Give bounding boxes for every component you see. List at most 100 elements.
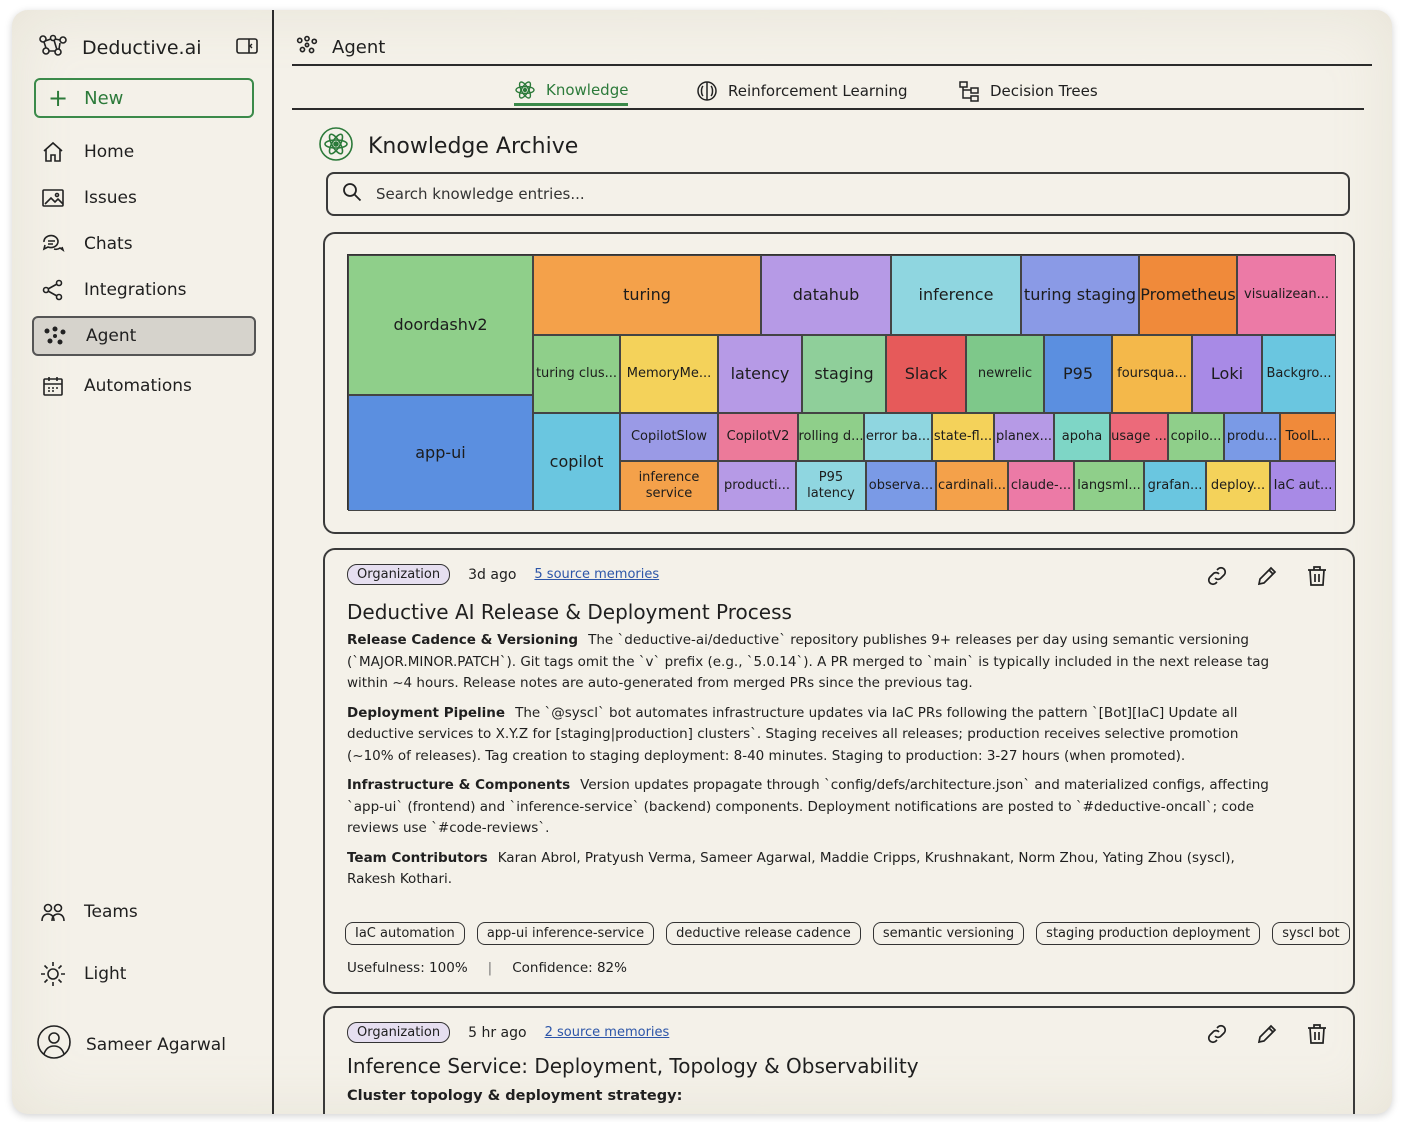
treemap-cell[interactable]: staging [802, 335, 886, 413]
theme-toggle-light[interactable]: Light [32, 954, 256, 994]
memory-title: Deductive AI Release & Deployment Proces… [347, 600, 792, 624]
treemap-cell[interactable]: CopilotSlow [620, 413, 718, 461]
treemap-cell[interactable]: CopilotV2 [718, 413, 798, 461]
memory-section: Team Contributors Karan Abrol, Pratyush V… [347, 848, 1287, 891]
brand[interactable]: Deductive.ai [38, 34, 258, 62]
tag-chip[interactable]: deductive release cadence [666, 922, 861, 945]
memory-body: Release Cadence & Versioning The `deducti… [347, 630, 1287, 899]
treemap-cell[interactable]: foursqua... [1112, 335, 1192, 413]
treemap-cell[interactable]: claude-... [1008, 461, 1074, 511]
treemap-cell[interactable]: grafan... [1144, 461, 1206, 511]
agent-icon [42, 323, 68, 349]
sidebar-item-issues[interactable]: Issues [32, 178, 256, 218]
treemap-cell[interactable]: produ... [1224, 413, 1280, 461]
treemap-cell[interactable]: turing [533, 255, 761, 335]
tab-knowledge[interactable]: Knowledge [514, 76, 629, 106]
tab-label: Knowledge [546, 80, 629, 99]
sidebar-item-agent[interactable]: Agent [32, 316, 256, 356]
treemap-cell[interactable]: copilot [533, 413, 620, 511]
treemap-cell[interactable]: rolling d... [798, 413, 864, 461]
memory-actions [1205, 564, 1329, 588]
tag-chip[interactable]: syscl bot [1272, 922, 1350, 945]
archive-header: Knowledge Archive [318, 126, 578, 166]
image-icon [40, 185, 66, 211]
edit-icon[interactable] [1255, 1022, 1279, 1046]
treemap-cell[interactable]: P95 latency [796, 461, 866, 511]
treemap-cell[interactable]: turing clus... [533, 335, 620, 413]
search-input[interactable] [376, 185, 1276, 203]
memory-meta: Organization 3d ago 5 source memories [347, 564, 659, 585]
treemap-cell[interactable]: datahub [761, 255, 891, 335]
brain-icon [696, 80, 718, 102]
plus-icon: + [48, 84, 69, 112]
treemap-cell[interactable]: Prometheus [1139, 255, 1237, 335]
agent-icon [296, 35, 318, 59]
treemap-cell[interactable]: MemoryMe... [620, 335, 718, 413]
treemap-cell[interactable]: newrelic [966, 335, 1044, 413]
memory-card: Organization 3d ago 5 source memories De… [323, 548, 1355, 994]
sidebar-item-chats[interactable]: Chats [32, 224, 256, 264]
treemap-cell[interactable]: turing staging [1021, 255, 1139, 335]
tag-chip[interactable]: app-ui inference-service [476, 922, 655, 945]
link-icon[interactable] [1205, 564, 1229, 588]
treemap-cell[interactable]: Slack [886, 335, 966, 413]
new-button[interactable]: + New [34, 78, 254, 118]
user-profile[interactable]: Sameer Agarwal [36, 1024, 226, 1065]
section-heading: Team Contributors [347, 849, 488, 866]
edit-icon[interactable] [1255, 564, 1279, 588]
header: Agent [292, 30, 1372, 66]
memory-card: Organization 5 hr ago 2 source memories … [323, 1006, 1355, 1114]
timestamp: 5 hr ago [468, 1024, 527, 1041]
memory-scores: Usefulness: 100% | Confidence: 82% [347, 960, 627, 976]
sidebar-item-label: Agent [86, 326, 137, 346]
sidebar-toggle-icon[interactable] [236, 37, 258, 59]
treemap-cell[interactable]: inference service [620, 461, 718, 511]
treemap-cell[interactable]: apoha [1054, 413, 1110, 461]
treemap-cell[interactable]: ToolL... [1280, 413, 1336, 461]
treemap-cell[interactable]: error ba... [864, 413, 932, 461]
trash-icon[interactable] [1305, 1022, 1329, 1046]
sidebar-item-label: Issues [84, 188, 137, 208]
sidebar-item-label: Chats [84, 234, 133, 254]
link-icon[interactable] [1205, 1022, 1229, 1046]
scope-badge: Organization [347, 1022, 451, 1043]
tab-reinforcement-learning[interactable]: Reinforcement Learning [696, 76, 908, 106]
treemap-cell[interactable]: P95 [1044, 335, 1112, 413]
treemap-cell[interactable]: usage ... [1110, 413, 1168, 461]
sidebar-item-label: Home [84, 142, 135, 162]
source-memories-link[interactable]: 2 source memories [545, 1025, 670, 1040]
treemap-cell[interactable]: langsml... [1074, 461, 1144, 511]
sidebar-item-integrations[interactable]: Integrations [32, 270, 256, 310]
sidebar-item-home[interactable]: Home [32, 132, 256, 172]
sidebar-item-teams[interactable]: Teams [32, 892, 256, 932]
tag-chip[interactable]: staging production deployment [1036, 922, 1261, 945]
treemap-cell[interactable]: latency [718, 335, 802, 413]
treemap-cell[interactable]: cardinali... [936, 461, 1008, 511]
treemap-cell[interactable]: copilo... [1168, 413, 1224, 461]
treemap-cell[interactable]: IaC aut... [1270, 461, 1336, 511]
treemap-cell[interactable]: producti... [718, 461, 796, 511]
page-title: Agent [332, 36, 386, 58]
sidebar-item-automations[interactable]: Automations [32, 366, 256, 406]
treemap-cell[interactable]: planex... [994, 413, 1054, 461]
treemap-cell[interactable]: deploy... [1206, 461, 1270, 511]
tag-chip[interactable]: semantic versioning [872, 922, 1025, 945]
search-bar[interactable] [326, 172, 1350, 216]
sidebar: Deductive.ai + New Home Issues Chats Int… [12, 10, 274, 1114]
treemap-cell[interactable]: app-ui [348, 395, 533, 511]
section-heading: Infrastructure & Components [347, 777, 571, 793]
tab-decision-trees[interactable]: Decision Trees [958, 76, 1098, 106]
archive-title: Knowledge Archive [368, 133, 579, 159]
tag-list: IaC automation app-ui inference-service … [345, 922, 1350, 945]
source-memories-link[interactable]: 5 source memories [534, 567, 659, 582]
trash-icon[interactable] [1305, 564, 1329, 588]
tag-chip[interactable]: IaC automation [345, 922, 465, 945]
treemap-cell[interactable]: inference [891, 255, 1021, 335]
treemap-cell[interactable]: Backgro... [1262, 335, 1336, 413]
chats-icon [40, 231, 66, 257]
treemap-cell[interactable]: doordashv2 [348, 255, 533, 395]
treemap-cell[interactable]: visualizean... [1237, 255, 1336, 335]
treemap-cell[interactable]: Loki [1192, 335, 1262, 413]
treemap-cell[interactable]: observa... [866, 461, 936, 511]
treemap-cell[interactable]: state-fl... [932, 413, 994, 461]
